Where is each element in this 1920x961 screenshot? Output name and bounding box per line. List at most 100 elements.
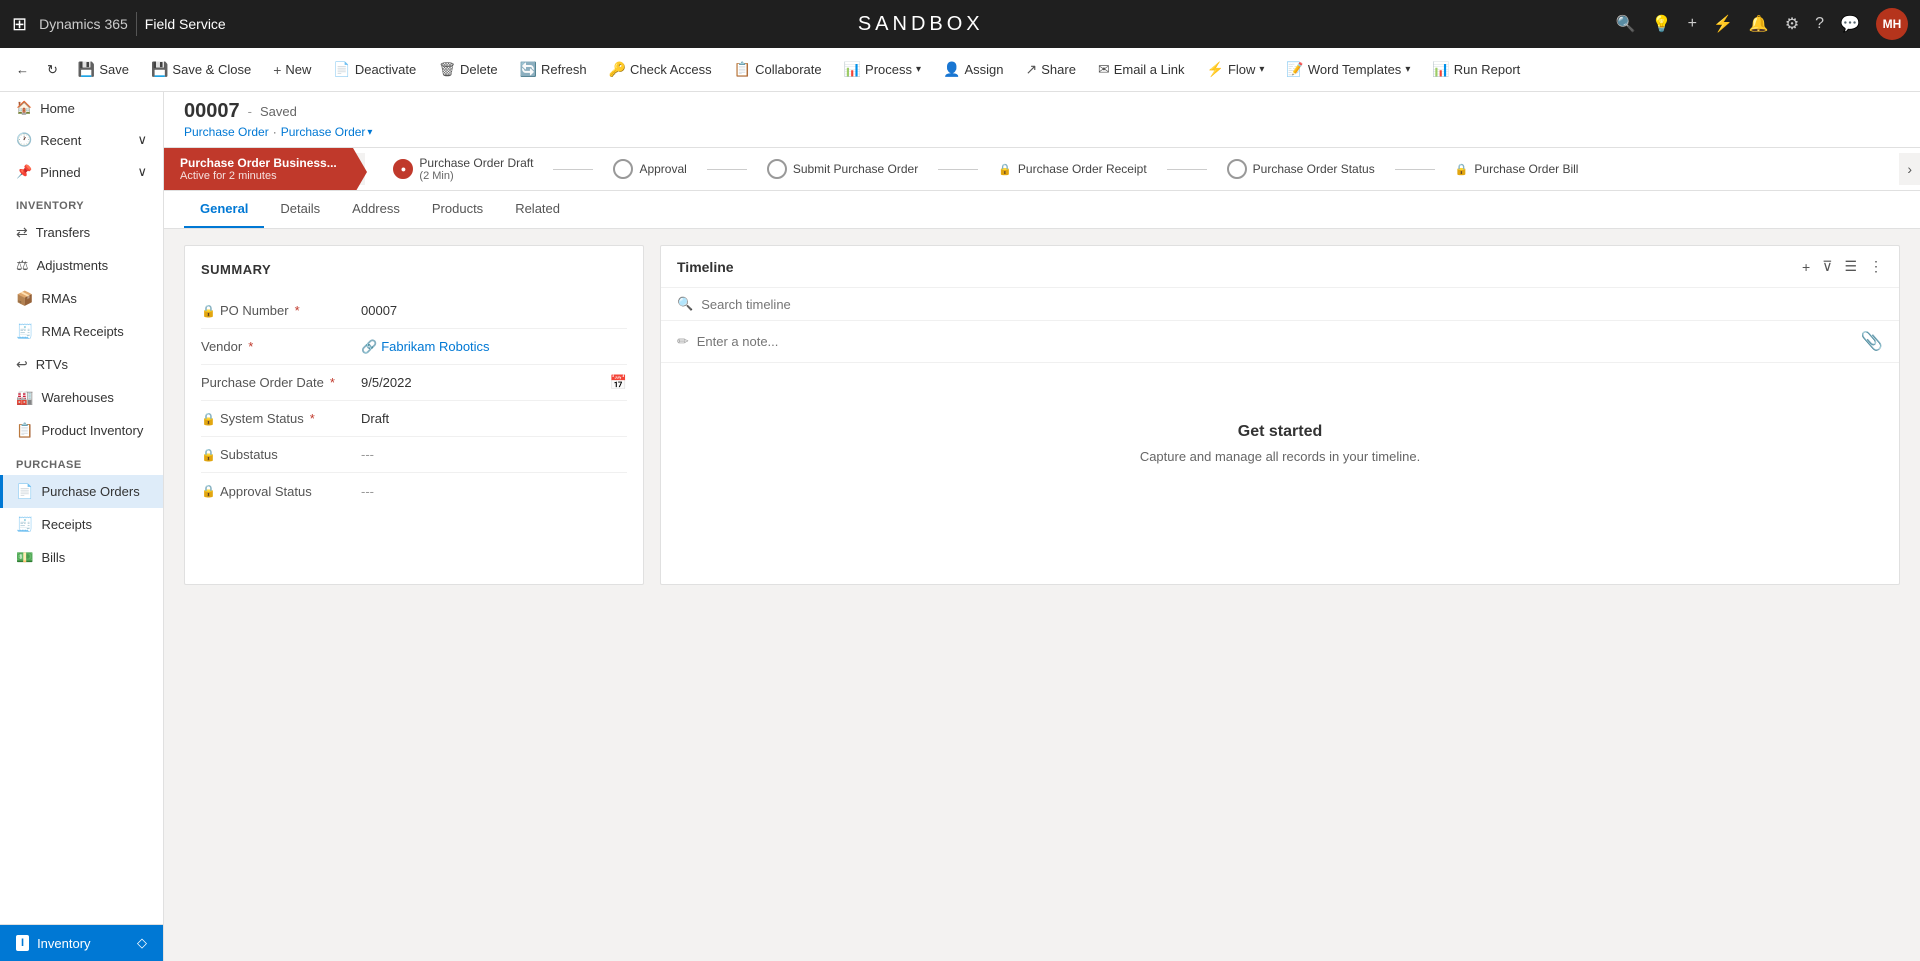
sidebar-bottom-inventory[interactable]: I Inventory ◇ xyxy=(0,925,163,961)
sidebar-item-purchase-orders[interactable]: 📄 Purchase Orders xyxy=(0,475,163,508)
share-button[interactable]: ↗ Share xyxy=(1016,57,1086,82)
stage-status-label: Purchase Order Status xyxy=(1253,162,1375,176)
system-status-required: * xyxy=(310,411,315,426)
stage-status[interactable]: Purchase Order Status xyxy=(1207,159,1395,179)
recent-icon: 🕐 xyxy=(16,132,32,148)
note-edit-icon: ✏ xyxy=(677,333,689,350)
sidebar-item-bills[interactable]: 💵 Bills xyxy=(0,541,163,574)
assign-button[interactable]: 👤 Assign xyxy=(933,57,1013,82)
stage-draft[interactable]: ● Purchase Order Draft (2 Min) xyxy=(373,156,553,182)
timeline-add-icon[interactable]: + xyxy=(1802,259,1810,275)
sidebar-item-warehouses[interactable]: 🏭 Warehouses xyxy=(0,381,163,414)
sidebar: 🏠 Home 🕐 Recent ∨ 📌 Pinned ∨ Inventory ⇄… xyxy=(0,92,164,961)
filter-icon[interactable]: ⚡ xyxy=(1713,14,1733,34)
timeline-note-row: ✏ 📎 xyxy=(661,321,1899,363)
po-number-required: * xyxy=(295,303,300,318)
tab-bar: General Details Address Products Related xyxy=(164,191,1920,229)
user-avatar[interactable]: MH xyxy=(1876,8,1908,40)
run-report-button[interactable]: 📊 Run Report xyxy=(1422,57,1530,82)
rma-receipts-icon: 🧾 xyxy=(16,323,33,340)
search-icon[interactable]: 🔍 xyxy=(1616,14,1636,34)
stage-draft-dot: ● xyxy=(401,164,406,174)
inventory-bottom-icon: I xyxy=(16,935,29,951)
help-icon[interactable]: ? xyxy=(1815,15,1824,33)
breadcrumb-link-2[interactable]: Purchase Order ▾ xyxy=(281,125,373,139)
process-bar: Purchase Order Business... Active for 2 … xyxy=(164,148,1920,191)
approval-status-lock-icon: 🔒 xyxy=(201,484,216,498)
process-active-stage[interactable]: Purchase Order Business... Active for 2 … xyxy=(164,148,353,190)
save-button[interactable]: 💾 Save xyxy=(68,57,139,82)
deactivate-button[interactable]: 📄 Deactivate xyxy=(323,57,426,82)
sidebar-item-receipts[interactable]: 🧾 Receipts xyxy=(0,508,163,541)
sidebar-item-product-inventory[interactable]: 📋 Product Inventory xyxy=(0,414,163,447)
notifications-icon[interactable]: 🔔 xyxy=(1749,14,1769,34)
breadcrumb-link-1[interactable]: Purchase Order xyxy=(184,125,269,139)
breadcrumb-separator: · xyxy=(273,125,277,139)
tab-general[interactable]: General xyxy=(184,191,264,228)
back-button[interactable]: ← xyxy=(8,58,37,81)
save-close-button[interactable]: 💾 Save & Close xyxy=(141,57,261,82)
calendar-icon[interactable]: 📅 xyxy=(610,374,627,391)
new-button[interactable]: + New xyxy=(263,58,321,82)
collaborate-button[interactable]: 📋 Collaborate xyxy=(724,57,832,82)
record-saved-status: Saved xyxy=(260,104,297,119)
word-templates-button[interactable]: 📝 Word Templates ▾ xyxy=(1276,57,1420,82)
timeline-more-icon[interactable]: ⋮ xyxy=(1869,258,1883,275)
sidebar-item-recent[interactable]: 🕐 Recent ∨ xyxy=(0,124,163,156)
lightbulb-icon[interactable]: 💡 xyxy=(1652,14,1672,34)
stage-approval[interactable]: Approval xyxy=(593,159,706,179)
email-link-button[interactable]: ✉ Email a Link xyxy=(1088,57,1195,82)
purchase-section-label: Purchase xyxy=(0,447,163,475)
check-access-button[interactable]: 🔑 Check Access xyxy=(599,57,722,82)
field-value-po-number: 00007 xyxy=(361,303,627,318)
timeline-list-icon[interactable]: ☰ xyxy=(1844,258,1857,275)
app-name: Field Service xyxy=(145,16,226,32)
stage-approval-circle xyxy=(613,159,633,179)
sidebar-item-rtvs-label: RTVs xyxy=(36,357,68,372)
app-body: 🏠 Home 🕐 Recent ∨ 📌 Pinned ∨ Inventory ⇄… xyxy=(0,92,1920,961)
field-value-vendor[interactable]: 🔗 Fabrikam Robotics xyxy=(361,339,627,355)
process-button[interactable]: 📊 Process ▾ xyxy=(834,57,931,82)
tab-related[interactable]: Related xyxy=(499,191,576,228)
note-input[interactable] xyxy=(697,334,1853,349)
note-attachment-icon[interactable]: 📎 xyxy=(1861,331,1883,352)
sidebar-item-adjustments[interactable]: ⚖ Adjustments xyxy=(0,249,163,282)
save-close-icon: 💾 xyxy=(151,61,168,78)
stage-draft-circle: ● xyxy=(393,159,413,179)
stage-receipt[interactable]: 🔒 Purchase Order Receipt xyxy=(978,162,1166,176)
rmas-icon: 📦 xyxy=(16,290,33,307)
flow-button[interactable]: ⚡ Flow ▾ xyxy=(1197,57,1275,82)
flow-dropdown-icon: ▾ xyxy=(1259,64,1264,75)
sidebar-item-pinned[interactable]: 📌 Pinned ∨ xyxy=(0,156,163,188)
stage-bill[interactable]: 🔒 Purchase Order Bill xyxy=(1435,162,1599,176)
sidebar-item-transfers[interactable]: ⇄ Transfers xyxy=(0,216,163,249)
chat-icon[interactable]: 💬 xyxy=(1840,14,1860,34)
delete-icon: 🗑 xyxy=(438,61,456,78)
timeline-header-icons: + ⊽ ☰ ⋮ xyxy=(1802,258,1883,275)
timeline-filter-icon[interactable]: ⊽ xyxy=(1822,258,1832,275)
sidebar-item-bills-label: Bills xyxy=(41,550,65,565)
delete-button[interactable]: 🗑 Delete xyxy=(428,57,507,82)
process-icon: 📊 xyxy=(844,61,861,78)
tab-details[interactable]: Details xyxy=(264,191,336,228)
vendor-required: * xyxy=(248,339,253,354)
active-stage-time: Active for 2 minutes xyxy=(180,170,337,182)
new-icon[interactable]: + xyxy=(1688,15,1697,33)
forward-button[interactable]: ↻ xyxy=(39,58,66,82)
tab-products[interactable]: Products xyxy=(416,191,499,228)
tab-address[interactable]: Address xyxy=(336,191,416,228)
stage-submit-label: Submit Purchase Order xyxy=(793,162,918,176)
nav-separator xyxy=(136,12,137,36)
stage-submit[interactable]: Submit Purchase Order xyxy=(747,159,938,179)
sidebar-item-rmas[interactable]: 📦 RMAs xyxy=(0,282,163,315)
field-value-po-date[interactable]: 9/5/2022 xyxy=(361,375,610,390)
sidebar-item-rma-receipts[interactable]: 🧾 RMA Receipts xyxy=(0,315,163,348)
field-row-vendor: Vendor * 🔗 Fabrikam Robotics xyxy=(201,329,627,365)
settings-icon[interactable]: ⚙ xyxy=(1785,14,1799,34)
sidebar-item-home[interactable]: 🏠 Home xyxy=(0,92,163,124)
refresh-button[interactable]: 🔄 Refresh xyxy=(510,57,597,82)
waffle-menu-icon[interactable]: ⊞ xyxy=(12,14,27,35)
timeline-search-input[interactable] xyxy=(701,297,1883,312)
sidebar-item-rtvs[interactable]: ↩ RTVs xyxy=(0,348,163,381)
process-expand-button[interactable]: › xyxy=(1899,153,1920,185)
